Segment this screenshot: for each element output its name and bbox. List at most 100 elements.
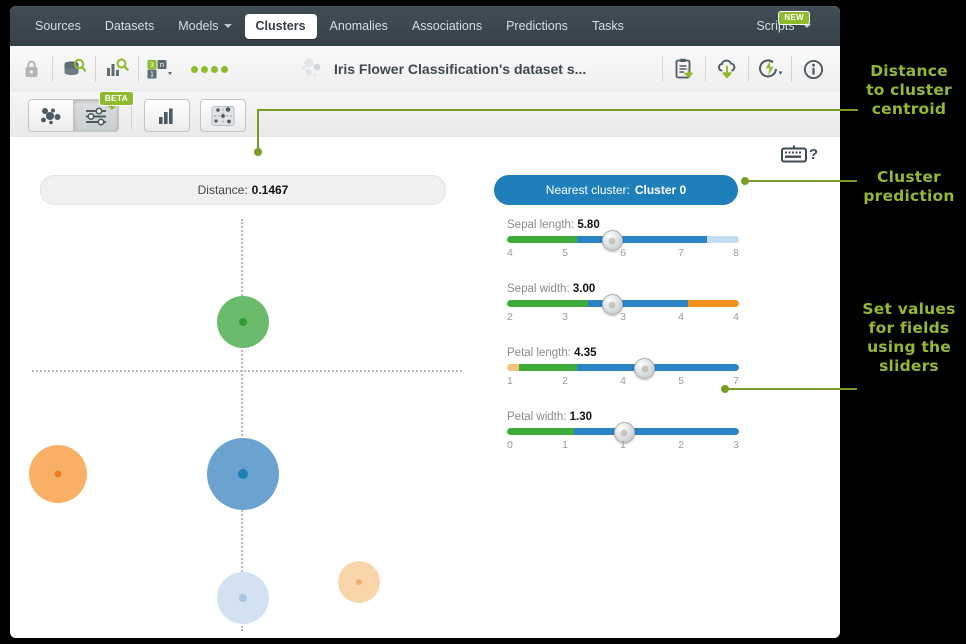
main-navigation-bar: Sources Datasets Models Clusters Anomali…	[10, 6, 840, 46]
cluster-scatter-plot[interactable]	[28, 219, 462, 631]
slider-tick-label: 4	[620, 375, 626, 387]
clipboard-download-icon[interactable]	[663, 46, 705, 92]
slider-range-segment	[687, 300, 739, 307]
annotation-line: prediction	[863, 186, 955, 205]
nav-item-predictions[interactable]: Predictions	[495, 14, 579, 39]
resource-toolbar: 3 n 1 Iris Flower Classification's datas…	[10, 46, 840, 93]
slider-value: 5.80	[574, 219, 600, 231]
cluster-orange-right[interactable]	[337, 560, 380, 603]
slider-range-segment	[706, 236, 739, 243]
slider-tick-label: 8	[733, 247, 739, 259]
cluster-count-dots	[181, 65, 238, 73]
lock-icon[interactable]	[10, 46, 52, 92]
view-mode-group: BETA	[28, 91, 246, 132]
annotation-line: for fields	[868, 318, 950, 337]
horizontal-axis-gridline	[32, 370, 462, 372]
slider-tick-label: 6	[620, 247, 626, 259]
count-dot	[201, 65, 208, 73]
annotation-line: using the	[867, 337, 951, 356]
nav-item-sources[interactable]: Sources	[24, 14, 92, 39]
slider-range-segment	[576, 364, 739, 371]
nav-item-anomalies[interactable]: Anomalies	[319, 14, 399, 39]
slider-tick-label: 7	[733, 375, 739, 387]
nav-item-clusters[interactable]: Clusters	[244, 13, 317, 39]
cluster-blue-center[interactable]	[206, 438, 279, 511]
slider-field-name: Petal width:	[507, 411, 567, 423]
svg-text:1: 1	[150, 71, 154, 79]
cluster-config-icon[interactable]: 3 n 1	[139, 46, 181, 92]
slider-label: Sepal length: 5.80	[507, 219, 739, 231]
slider-range-segment	[507, 428, 575, 435]
nav-item-datasets[interactable]: Datasets	[94, 14, 165, 39]
field-sliders-panel: Sepal length: 5.80 4 5 6 7 8 Sepal width: 3.00…	[507, 219, 739, 475]
count-dot	[211, 65, 218, 73]
slider-tick-label: 1	[562, 439, 568, 451]
slider-petal-length[interactable]: Petal length: 4.35 1 2 4 5 7	[507, 347, 739, 389]
slider-range-segment	[574, 428, 739, 435]
cluster-green-top[interactable]	[216, 296, 269, 348]
svg-text:n: n	[160, 61, 164, 69]
nav-item-models[interactable]: Models	[167, 14, 242, 39]
scatter-matrix-icon	[211, 105, 235, 126]
bar-chart-icon	[159, 108, 173, 124]
cluster-bubble-core	[54, 470, 62, 478]
slider-tick-label: 4	[507, 247, 513, 259]
slider-petal-width[interactable]: Petal width: 1.30 0 1 1 2 3	[507, 411, 739, 453]
cluster-bubble-core	[237, 469, 248, 480]
model-search-icon[interactable]	[96, 46, 138, 92]
cluster-lightblue-bottom[interactable]	[216, 572, 269, 625]
nav-item-associations[interactable]: Associations	[401, 14, 493, 39]
cloud-download-icon[interactable]	[706, 46, 748, 92]
nav-scripts-menu[interactable]: Scripts NEW	[745, 6, 824, 46]
slider-range-segment	[576, 236, 707, 243]
slider-track[interactable]	[507, 236, 739, 243]
nav-item-label: Models	[178, 18, 219, 33]
app-window: Sources Datasets Models Clusters Anomali…	[10, 6, 840, 638]
nearest-cluster-display[interactable]: Nearest cluster: Cluster 0	[494, 175, 738, 205]
view-bar-chart-button[interactable]	[144, 99, 190, 132]
nav-item-label: Anomalies	[329, 18, 388, 33]
slider-tick-label: 5	[678, 375, 684, 387]
nav-item-tasks[interactable]: Tasks	[581, 14, 635, 39]
slider-tick-label: 2	[562, 375, 568, 387]
slider-value: 1.30	[566, 411, 593, 423]
distance-value: 0.1467	[251, 183, 289, 197]
slider-label: Sepal width: 3.00	[507, 283, 739, 295]
toolbar-left-group: 3 n 1	[10, 46, 238, 92]
annotation-line: sliders	[879, 356, 939, 375]
cluster-orange-left[interactable]	[28, 445, 87, 504]
keyboard-shortcuts-help[interactable]: ?	[780, 145, 818, 163]
keyboard-icon	[780, 145, 807, 163]
view-scatter-matrix-button[interactable]	[200, 99, 246, 132]
nearest-cluster-value: Cluster 0	[634, 183, 687, 197]
slider-tick-label: 2	[678, 439, 684, 451]
slider-tick-labels: 1 2 4 5 7	[507, 375, 739, 389]
annotation-line: centroid	[871, 99, 947, 118]
slider-track[interactable]	[507, 300, 739, 307]
slider-range-segment	[507, 300, 589, 307]
slider-track[interactable]	[507, 364, 739, 371]
cluster-thumbnail-icon	[302, 58, 321, 78]
dataset-search-icon[interactable]	[53, 46, 95, 92]
screenshot-root: Sources Datasets Models Clusters Anomali…	[0, 0, 966, 644]
view-sliders-button[interactable]: BETA	[74, 91, 134, 132]
nav-item-scripts[interactable]: Scripts NEW	[745, 10, 822, 39]
info-icon[interactable]	[792, 46, 834, 92]
slider-field-name: Petal length:	[507, 347, 571, 359]
distance-leader-vertical	[257, 109, 259, 153]
count-dot	[191, 65, 198, 73]
flash-actions-icon[interactable]	[749, 46, 791, 92]
view-cluster-graph-button[interactable]	[28, 99, 74, 132]
slider-sepal-width[interactable]: Sepal width: 3.00 2 3 3 4 4	[507, 283, 739, 325]
nav-item-label: Predictions	[506, 18, 568, 33]
slider-sepal-length[interactable]: Sepal length: 5.80 4 5 6 7 8	[507, 219, 739, 261]
annotation-line: to cluster	[866, 80, 952, 99]
slider-tick-labels: 0 1 1 2 3	[507, 439, 739, 453]
nav-item-label: Associations	[411, 18, 483, 33]
nav-item-label: Datasets	[104, 18, 155, 33]
toolbar-right-group	[662, 46, 834, 92]
vertical-axis-gridline	[241, 219, 243, 631]
slider-tick-label: 4	[678, 311, 684, 323]
slider-tick-labels: 4 5 6 7 8	[507, 247, 739, 261]
slider-field-name: Sepal length:	[507, 219, 575, 231]
